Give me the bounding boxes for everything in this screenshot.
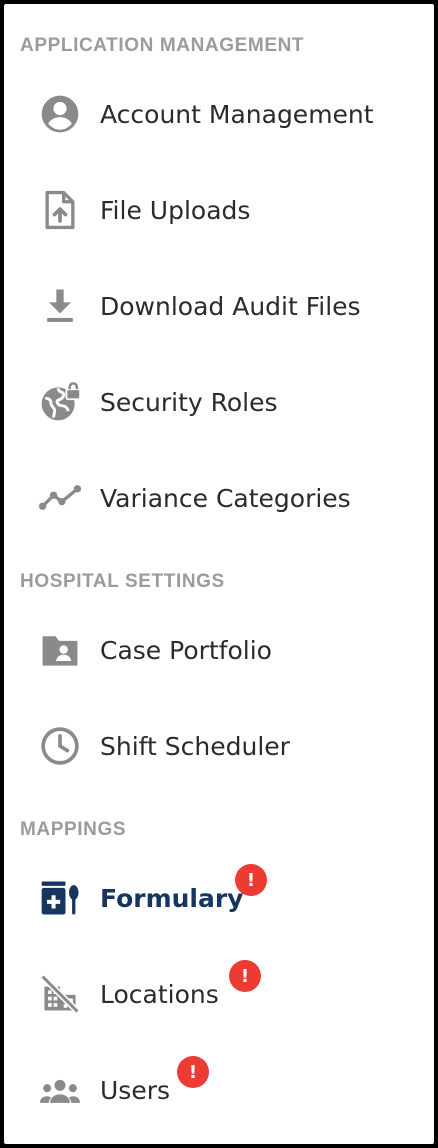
nav-label-security-roles: Security Roles xyxy=(100,387,278,417)
account-circle-icon xyxy=(38,92,82,136)
nav-item-download-audit-files[interactable]: Download Audit Files xyxy=(4,274,434,338)
section-title-application-management: APPLICATION MANAGEMENT xyxy=(20,35,305,56)
download-icon xyxy=(38,284,82,328)
section-title-mappings: MAPPINGS xyxy=(20,819,127,840)
clock-icon xyxy=(38,724,82,768)
nav-item-variance-categories[interactable]: Variance Categories xyxy=(4,466,434,530)
users-alert-badge: ! xyxy=(177,1056,209,1088)
locations-alert-badge: ! xyxy=(229,960,261,992)
nav-label-account-management: Account Management xyxy=(100,99,374,129)
nav-item-shift-scheduler[interactable]: Shift Scheduler xyxy=(4,714,434,778)
group-icon xyxy=(38,1068,82,1112)
nav-item-case-portfolio[interactable]: Case Portfolio xyxy=(4,618,434,682)
nav-label-file-uploads: File Uploads xyxy=(100,195,251,225)
nav-item-formulary[interactable]: Formulary ! xyxy=(4,864,434,930)
nav-label-case-portfolio: Case Portfolio xyxy=(100,635,272,665)
nav-item-file-uploads[interactable]: File Uploads xyxy=(4,178,434,242)
nav-label-users: Users xyxy=(100,1075,171,1105)
nav-label-locations: Locations xyxy=(100,979,219,1009)
nav-item-security-roles[interactable]: Security Roles xyxy=(4,370,434,434)
nav-label-formulary: Formulary xyxy=(100,883,244,913)
settings-nav-panel: APPLICATION MANAGEMENT Account Managemen… xyxy=(4,4,434,1144)
building-off-icon xyxy=(38,972,82,1016)
section-title-hospital-settings: HOSPITAL SETTINGS xyxy=(20,571,225,592)
folder-user-icon xyxy=(38,628,82,672)
formulary-alert-badge: ! xyxy=(235,864,267,896)
nav-label-variance-categories: Variance Categories xyxy=(100,483,351,513)
file-upload-icon xyxy=(38,188,82,232)
nav-item-locations[interactable]: Locations ! xyxy=(4,960,434,1026)
formulary-icon xyxy=(38,876,82,920)
nav-label-shift-scheduler: Shift Scheduler xyxy=(100,731,290,761)
trend-line-icon xyxy=(38,476,82,520)
nav-item-account-management[interactable]: Account Management xyxy=(4,82,434,146)
globe-lock-icon xyxy=(38,380,82,424)
nav-item-users[interactable]: Users ! xyxy=(4,1056,434,1122)
nav-label-download-audit-files: Download Audit Files xyxy=(100,291,361,321)
